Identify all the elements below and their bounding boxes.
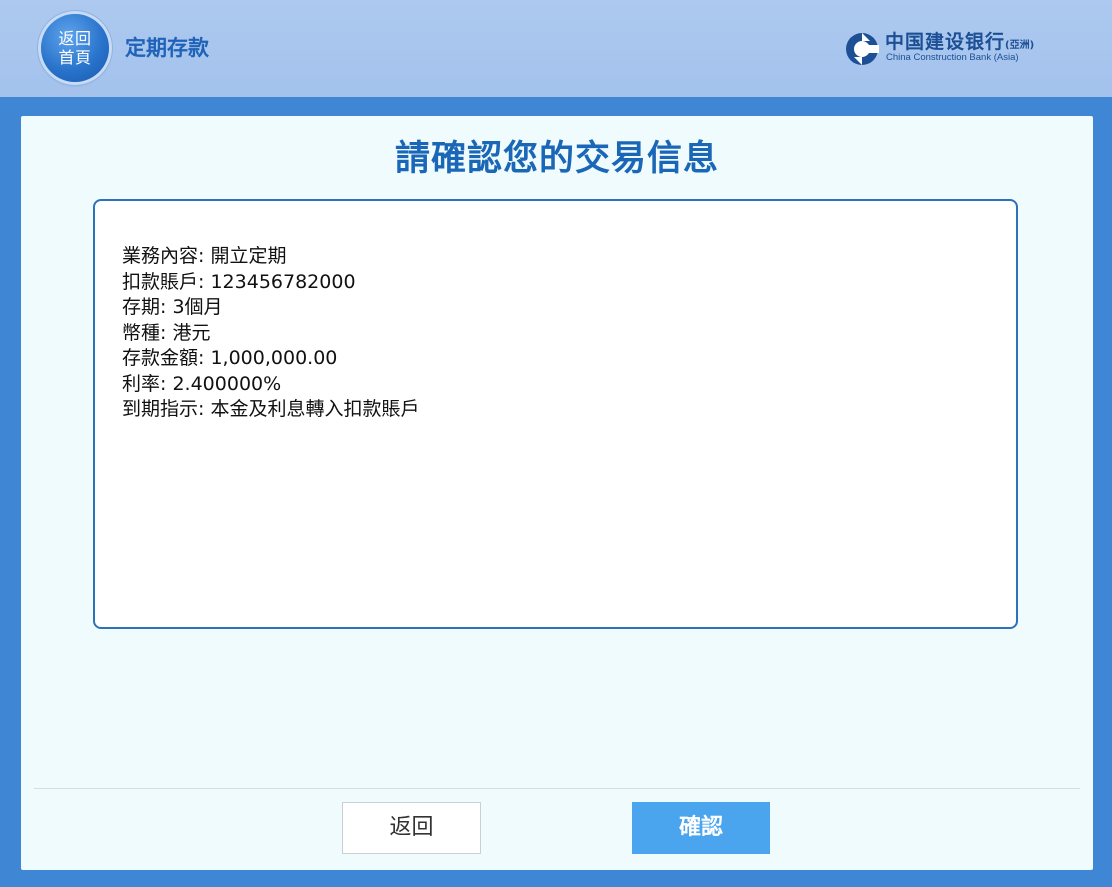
- detail-value: 港元: [172, 321, 211, 344]
- detail-separator: :: [198, 270, 211, 293]
- detail-row-rate: 利率: 2.400000%: [122, 372, 419, 398]
- brand-name-en: China Construction Bank (Asia): [886, 52, 1019, 63]
- detail-separator: :: [198, 398, 211, 420]
- detail-value: 開立定期: [210, 245, 287, 267]
- brand-name-cn-main: 中国建设银行: [885, 31, 1006, 53]
- detail-label: 到期指示: [122, 398, 199, 420]
- detail-row-maturity-instruction: 到期指示: 本金及利息轉入扣款賬戶: [122, 397, 419, 423]
- header-bar: 返回 首頁 定期存款 中国建设银行(亞洲) China Construction…: [0, 0, 1112, 97]
- detail-row-amount: 存款金額: 1,000,000.00: [122, 346, 419, 372]
- detail-row-business: 業務內容: 開立定期: [122, 244, 419, 270]
- detail-separator: :: [160, 296, 173, 318]
- main-panel: 請確認您的交易信息 業務內容: 開立定期 扣款賬戶: 123456782000 …: [21, 116, 1093, 870]
- detail-label: 業務內容: [122, 245, 199, 267]
- detail-value: 3個月: [172, 296, 223, 318]
- detail-value: 1,000,000.00: [210, 347, 338, 369]
- detail-separator: :: [198, 245, 211, 267]
- detail-separator: :: [160, 321, 173, 344]
- back-button[interactable]: 返回: [342, 802, 481, 854]
- detail-label: 扣款賬戶: [122, 270, 199, 293]
- detail-label: 利率: [122, 372, 161, 395]
- ccb-logo-icon: [846, 33, 879, 65]
- transaction-details-list: 業務內容: 開立定期 扣款賬戶: 123456782000 存期: 3個月 幣種…: [122, 244, 419, 423]
- detail-label: 幣種: [122, 321, 161, 344]
- transaction-info-box: 業務內容: 開立定期 扣款賬戶: 123456782000 存期: 3個月 幣種…: [93, 199, 1018, 629]
- home-button-label-line2: 首頁: [58, 48, 92, 67]
- detail-value: 本金及利息轉入扣款賬戶: [210, 398, 420, 420]
- detail-row-term: 存期: 3個月: [122, 295, 419, 321]
- page-section-title: 定期存款: [125, 36, 209, 60]
- footer-divider: [34, 788, 1080, 789]
- home-button[interactable]: 返回 首頁: [41, 14, 109, 82]
- home-button-label-line1: 返回: [58, 29, 92, 48]
- detail-separator: :: [160, 372, 173, 395]
- brand-name-cn-suffix: (亞洲): [1005, 40, 1035, 51]
- detail-separator: :: [198, 347, 211, 369]
- brand-logo: 中国建设银行(亞洲) China Construction Bank (Asia…: [845, 30, 1075, 70]
- detail-label: 存期: [122, 296, 161, 318]
- detail-row-account: 扣款賬戶: 123456782000: [122, 270, 419, 296]
- confirm-button[interactable]: 確認: [632, 802, 770, 854]
- detail-value: 2.400000%: [172, 372, 282, 395]
- page-title: 請確認您的交易信息: [394, 139, 719, 179]
- detail-value: 123456782000: [210, 270, 356, 293]
- detail-row-currency: 幣種: 港元: [122, 321, 419, 347]
- detail-label: 存款金額: [122, 347, 199, 369]
